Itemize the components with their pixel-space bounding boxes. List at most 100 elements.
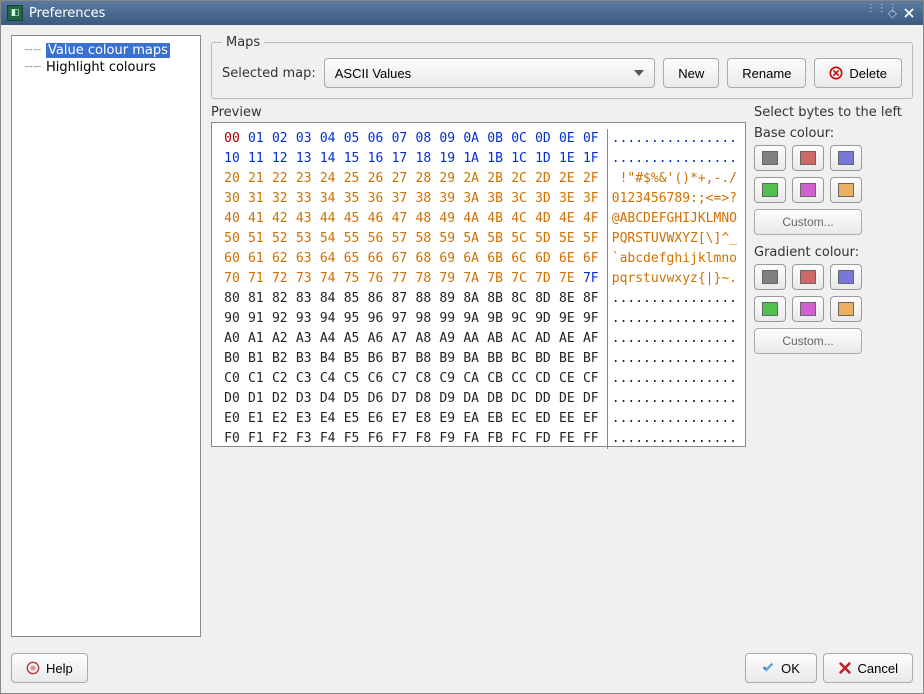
hex-byte[interactable]: EA xyxy=(459,409,483,429)
hex-byte[interactable]: 46 xyxy=(364,209,388,229)
gradient-colour-custom-button[interactable]: Custom... xyxy=(754,328,862,354)
hex-byte[interactable]: 7D xyxy=(531,269,555,289)
base-colour-swatch[interactable] xyxy=(830,177,862,203)
hex-byte[interactable]: C4 xyxy=(316,369,340,389)
cancel-button[interactable]: Cancel xyxy=(823,653,913,683)
hex-byte[interactable]: 79 xyxy=(435,269,459,289)
hex-byte[interactable]: 93 xyxy=(292,309,316,329)
hex-row[interactable]: 606162636465666768696A6B6C6D6E6F`abcdefg… xyxy=(220,249,737,269)
hex-byte[interactable]: DB xyxy=(483,389,507,409)
hex-byte[interactable]: A8 xyxy=(411,329,435,349)
hex-byte[interactable]: A4 xyxy=(316,329,340,349)
hex-byte[interactable]: 89 xyxy=(435,289,459,309)
hex-byte[interactable]: 08 xyxy=(411,129,435,149)
hex-byte[interactable]: 54 xyxy=(316,229,340,249)
hex-byte[interactable]: 90 xyxy=(220,309,244,329)
hex-byte[interactable]: FA xyxy=(459,429,483,449)
hex-byte[interactable]: 61 xyxy=(244,249,268,269)
hex-byte[interactable]: A5 xyxy=(340,329,364,349)
hex-byte[interactable]: FC xyxy=(507,429,531,449)
hex-byte[interactable]: 64 xyxy=(316,249,340,269)
hex-byte[interactable]: 15 xyxy=(340,149,364,169)
hex-byte[interactable]: EB xyxy=(483,409,507,429)
hex-byte[interactable]: BB xyxy=(483,349,507,369)
hex-byte[interactable]: 67 xyxy=(387,249,411,269)
hex-byte[interactable]: 53 xyxy=(292,229,316,249)
hex-byte[interactable]: 13 xyxy=(292,149,316,169)
hex-byte[interactable]: D7 xyxy=(387,389,411,409)
hex-byte[interactable]: 75 xyxy=(340,269,364,289)
hex-byte[interactable]: F4 xyxy=(316,429,340,449)
hex-byte[interactable]: E1 xyxy=(244,409,268,429)
hex-byte[interactable]: 6A xyxy=(459,249,483,269)
hex-byte[interactable]: 8F xyxy=(579,289,603,309)
hex-byte[interactable]: 84 xyxy=(316,289,340,309)
hex-byte[interactable]: 6B xyxy=(483,249,507,269)
hex-byte[interactable]: 7F xyxy=(579,269,603,289)
gradient-colour-swatch[interactable] xyxy=(792,264,824,290)
hex-byte[interactable]: C6 xyxy=(364,369,388,389)
gradient-colour-swatch[interactable] xyxy=(830,264,862,290)
hex-byte[interactable]: BF xyxy=(579,349,603,369)
hex-byte[interactable]: 72 xyxy=(268,269,292,289)
hex-byte[interactable]: E0 xyxy=(220,409,244,429)
hex-byte[interactable]: 7C xyxy=(507,269,531,289)
hex-byte[interactable]: F5 xyxy=(340,429,364,449)
hex-byte[interactable]: D9 xyxy=(435,389,459,409)
hex-byte[interactable]: 78 xyxy=(411,269,435,289)
hex-byte[interactable]: F0 xyxy=(220,429,244,449)
hex-byte[interactable]: C2 xyxy=(268,369,292,389)
hex-byte[interactable]: 4F xyxy=(579,209,603,229)
hex-byte[interactable]: 5A xyxy=(459,229,483,249)
hex-byte[interactable]: A6 xyxy=(364,329,388,349)
hex-byte[interactable]: 8B xyxy=(483,289,507,309)
hex-byte[interactable]: 35 xyxy=(340,189,364,209)
hex-byte[interactable]: AE xyxy=(555,329,579,349)
hex-byte[interactable]: 97 xyxy=(387,309,411,329)
hex-byte[interactable]: 09 xyxy=(435,129,459,149)
hex-byte[interactable]: B4 xyxy=(316,349,340,369)
hex-byte[interactable]: 55 xyxy=(340,229,364,249)
hex-byte[interactable]: 9B xyxy=(483,309,507,329)
hex-byte[interactable]: 76 xyxy=(364,269,388,289)
hex-byte[interactable]: 5B xyxy=(483,229,507,249)
hex-byte[interactable]: F3 xyxy=(292,429,316,449)
hex-byte[interactable]: 43 xyxy=(292,209,316,229)
hex-byte[interactable]: 7B xyxy=(483,269,507,289)
hex-byte[interactable]: 71 xyxy=(244,269,268,289)
hex-byte[interactable]: 1E xyxy=(555,149,579,169)
delete-button[interactable]: Delete xyxy=(814,58,902,88)
hex-byte[interactable]: C1 xyxy=(244,369,268,389)
hex-byte[interactable]: EE xyxy=(555,409,579,429)
hex-byte[interactable]: 6C xyxy=(507,249,531,269)
hex-row[interactable]: 000102030405060708090A0B0C0D0E0F........… xyxy=(220,129,737,149)
hex-byte[interactable]: CD xyxy=(531,369,555,389)
hex-byte[interactable]: 92 xyxy=(268,309,292,329)
hex-byte[interactable]: 38 xyxy=(411,189,435,209)
hex-byte[interactable]: E9 xyxy=(435,409,459,429)
hex-byte[interactable]: 63 xyxy=(292,249,316,269)
hex-byte[interactable]: F1 xyxy=(244,429,268,449)
sidebar-item-value-colour-maps[interactable]: ┄┄ Value colour maps xyxy=(16,42,196,59)
hex-byte[interactable]: 10 xyxy=(220,149,244,169)
hex-byte[interactable]: 1B xyxy=(483,149,507,169)
hex-byte[interactable]: F8 xyxy=(411,429,435,449)
hex-byte[interactable]: 2C xyxy=(507,169,531,189)
hex-byte[interactable]: 2A xyxy=(459,169,483,189)
hex-byte[interactable]: 20 xyxy=(220,169,244,189)
hex-byte[interactable]: AA xyxy=(459,329,483,349)
hex-byte[interactable]: 77 xyxy=(387,269,411,289)
hex-byte[interactable]: 26 xyxy=(364,169,388,189)
hex-byte[interactable]: F9 xyxy=(435,429,459,449)
hex-byte[interactable]: 91 xyxy=(244,309,268,329)
hex-byte[interactable]: 17 xyxy=(387,149,411,169)
hex-byte[interactable]: 06 xyxy=(364,129,388,149)
hex-byte[interactable]: 50 xyxy=(220,229,244,249)
hex-row[interactable]: A0A1A2A3A4A5A6A7A8A9AAABACADAEAF........… xyxy=(220,329,737,349)
hex-byte[interactable]: 51 xyxy=(244,229,268,249)
hex-byte[interactable]: 0E xyxy=(555,129,579,149)
hex-byte[interactable]: CC xyxy=(507,369,531,389)
hex-byte[interactable]: 73 xyxy=(292,269,316,289)
hex-byte[interactable]: 04 xyxy=(316,129,340,149)
hex-byte[interactable]: 16 xyxy=(364,149,388,169)
